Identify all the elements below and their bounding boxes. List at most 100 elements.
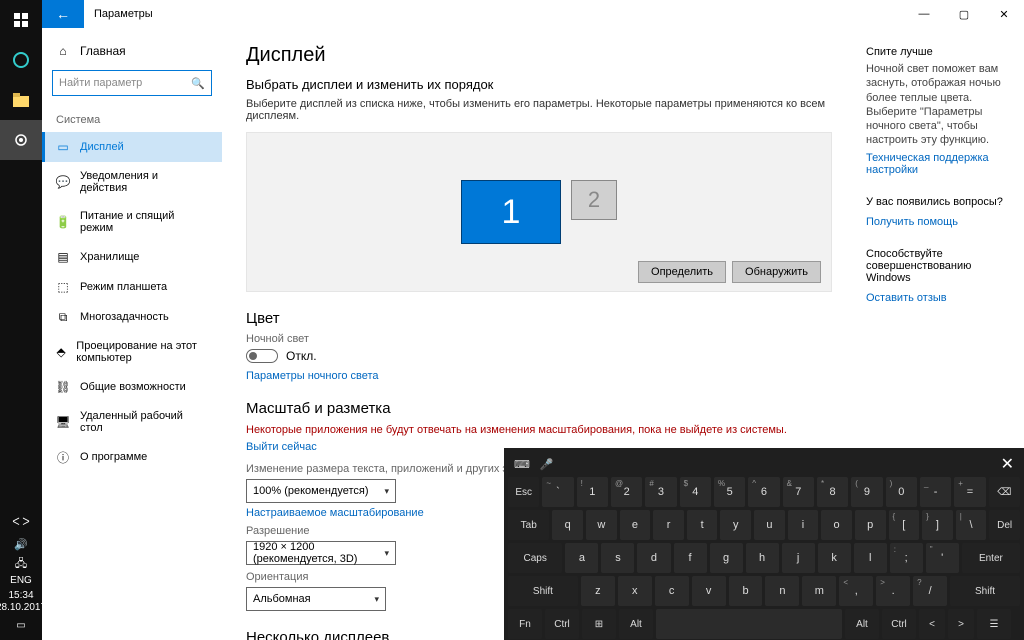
key-Alt[interactable]: Alt <box>619 609 653 639</box>
key-=[interactable]: =+ <box>954 477 985 507</box>
key-z[interactable]: z <box>581 576 615 606</box>
key-a[interactable]: a <box>565 543 598 573</box>
key-\[interactable]: \| <box>956 510 987 540</box>
key-Ctrl[interactable]: Ctrl <box>545 609 579 639</box>
sidebar-item-6[interactable]: ⬘Проецирование на этот компьютер <box>42 332 222 372</box>
key-Shift[interactable]: Shift <box>508 576 578 606</box>
key-8[interactable]: 8* <box>817 477 848 507</box>
key-j[interactable]: j <box>782 543 815 573</box>
key-h[interactable]: h <box>746 543 779 573</box>
identify-button[interactable]: Определить <box>638 261 726 283</box>
key-9[interactable]: 9( <box>851 477 882 507</box>
orientation-combo[interactable]: Альбомная▾ <box>246 587 386 611</box>
keyboard-mic-icon[interactable]: 🎤 <box>540 458 554 471</box>
key-p[interactable]: p <box>855 510 886 540</box>
key-4[interactable]: 4$ <box>680 477 711 507</box>
search-input[interactable]: Найти параметр 🔍 <box>52 70 212 96</box>
key-d[interactable]: d <box>637 543 670 573</box>
key-1[interactable]: 1! <box>577 477 608 507</box>
key-g[interactable]: g <box>710 543 743 573</box>
detect-button[interactable]: Обнаружить <box>732 261 821 283</box>
tray-lang[interactable]: ENG <box>10 575 32 586</box>
sidebar-item-0[interactable]: ▭Дисплей <box>42 132 222 162</box>
tray-clock[interactable]: 15:3428.10.2017 <box>0 590 46 614</box>
monitor-2[interactable]: 2 <box>571 180 617 220</box>
key-y[interactable]: y <box>720 510 751 540</box>
tray-expand[interactable]: ᐸ ᐳ <box>0 511 42 533</box>
key->[interactable]: > <box>948 609 974 639</box>
custom-scaling-link[interactable]: Настраиваемое масштабирование <box>246 507 424 519</box>
night-light-settings-link[interactable]: Параметры ночного света <box>246 370 379 382</box>
settings-taskbar-icon[interactable] <box>0 120 42 160</box>
key-0[interactable]: 0) <box>886 477 917 507</box>
home-nav[interactable]: ⌂ Главная <box>42 38 222 64</box>
key-3[interactable]: 3# <box>645 477 676 507</box>
sidebar-item-4[interactable]: ⬚Режим планшета <box>42 272 222 302</box>
tip-support-link[interactable]: Техническая поддержка настройки <box>866 152 1014 176</box>
sidebar-item-9[interactable]: ⓘО программе <box>42 442 222 472</box>
sidebar-item-2[interactable]: 🔋Питание и спящий режим <box>42 202 222 242</box>
tray-network[interactable]: 🖧 <box>0 555 42 573</box>
key-Enter[interactable]: Enter <box>962 543 1020 573</box>
key-<[interactable]: < <box>919 609 945 639</box>
resolution-combo[interactable]: 1920 × 1200 (рекомендуется, 3D)▾ <box>246 541 396 565</box>
key-7[interactable]: 7& <box>783 477 814 507</box>
key-space[interactable] <box>656 609 842 639</box>
start-button[interactable] <box>0 0 42 40</box>
key--[interactable]: -_ <box>920 477 951 507</box>
edge-icon[interactable] <box>0 40 42 80</box>
key-Del[interactable]: Del <box>989 510 1020 540</box>
key-[[interactable]: [{ <box>889 510 920 540</box>
key-k[interactable]: k <box>818 543 851 573</box>
key-6[interactable]: 6^ <box>748 477 779 507</box>
sidebar-item-3[interactable]: ▤Хранилище <box>42 242 222 272</box>
sidebar-item-8[interactable]: 🖥Удаленный рабочий стол <box>42 402 222 442</box>
key-q[interactable]: q <box>552 510 583 540</box>
tray-volume[interactable]: 🔊 <box>0 535 42 553</box>
sidebar-item-7[interactable]: ⛓Общие возможности <box>42 372 222 402</box>
key-r[interactable]: r <box>653 510 684 540</box>
monitor-1[interactable]: 1 <box>461 180 561 244</box>
keyboard-close-button[interactable]: ✕ <box>1001 454 1014 474</box>
feedback-link[interactable]: Оставить отзыв <box>866 292 947 304</box>
signout-link[interactable]: Выйти сейчас <box>246 441 317 453</box>
key-,[interactable]: ,< <box>839 576 873 606</box>
key-n[interactable]: n <box>765 576 799 606</box>
key-/[interactable]: /? <box>913 576 947 606</box>
minimize-button[interactable]: — <box>904 0 944 28</box>
key-'[interactable]: '" <box>926 543 959 573</box>
key-w[interactable]: w <box>586 510 617 540</box>
get-help-link[interactable]: Получить помощь <box>866 216 958 228</box>
keyboard-layout-icon[interactable]: ⌨ <box>514 458 530 471</box>
key-Ctrl[interactable]: Ctrl <box>882 609 916 639</box>
key-f[interactable]: f <box>674 543 707 573</box>
sidebar-item-1[interactable]: 💬Уведомления и действия <box>42 162 222 202</box>
key-][interactable]: ]} <box>922 510 953 540</box>
key-u[interactable]: u <box>754 510 785 540</box>
key-2[interactable]: 2@ <box>611 477 642 507</box>
key-;[interactable]: ;: <box>890 543 923 573</box>
key-t[interactable]: t <box>687 510 718 540</box>
key-i[interactable]: i <box>788 510 819 540</box>
maximize-button[interactable]: ▢ <box>944 0 984 28</box>
key-b[interactable]: b <box>729 576 763 606</box>
key-Fn[interactable]: Fn <box>508 609 542 639</box>
key-c[interactable]: c <box>655 576 689 606</box>
key-m[interactable]: m <box>802 576 836 606</box>
key-5[interactable]: 5% <box>714 477 745 507</box>
explorer-icon[interactable] <box>0 80 42 120</box>
close-button[interactable]: ✕ <box>984 0 1024 28</box>
key-e[interactable]: e <box>620 510 651 540</box>
key-⌫[interactable]: ⌫ <box>989 477 1020 507</box>
back-button[interactable]: ← <box>42 0 84 28</box>
key-l[interactable]: l <box>854 543 887 573</box>
key-x[interactable]: x <box>618 576 652 606</box>
key-`[interactable]: `~ <box>542 477 573 507</box>
key-☰[interactable]: ☰ <box>977 609 1011 639</box>
sidebar-item-5[interactable]: ⧉Многозадачность <box>42 302 222 332</box>
key-⊞[interactable]: ⊞ <box>582 609 616 639</box>
key-Shift[interactable]: Shift <box>950 576 1020 606</box>
key-s[interactable]: s <box>601 543 634 573</box>
key-Esc[interactable]: Esc <box>508 477 539 507</box>
night-light-toggle[interactable]: Откл. <box>246 349 317 363</box>
